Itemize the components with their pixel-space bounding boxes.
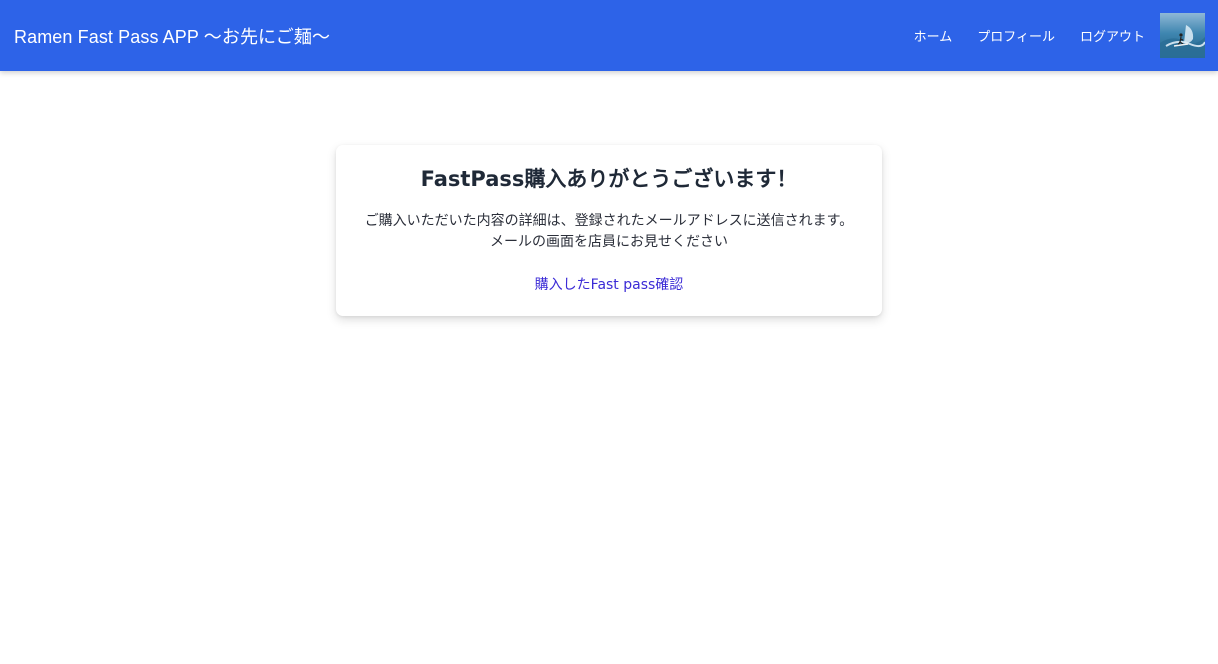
card-message-line2: メールの画面を店員にお見せください: [490, 234, 728, 250]
app-title[interactable]: Ramen Fast Pass APP 〜お先にご麺〜: [14, 23, 330, 49]
card-title: FastPass購入ありがとうございます！: [420, 167, 798, 191]
top-navbar: Ramen Fast Pass APP 〜お先にご麺〜 ホーム プロフィール ロ…: [0, 0, 1218, 71]
nav-menu: ホーム プロフィール ログアウト: [914, 0, 1205, 71]
nav-profile-link[interactable]: プロフィール: [977, 26, 1055, 45]
nav-home-link[interactable]: ホーム: [914, 26, 953, 45]
purchase-complete-card: FastPass購入ありがとうございます！ ご購入いただいた内容の詳細は、登録さ…: [336, 145, 882, 316]
avatar[interactable]: [1160, 13, 1205, 58]
card-message-line1: ご購入いただいた内容の詳細は、登録されたメールアドレスに送信されます。: [364, 213, 854, 229]
nav-logout-link[interactable]: ログアウト: [1080, 26, 1145, 45]
view-purchased-fastpass-link[interactable]: 購入したFast pass確認: [336, 274, 882, 294]
